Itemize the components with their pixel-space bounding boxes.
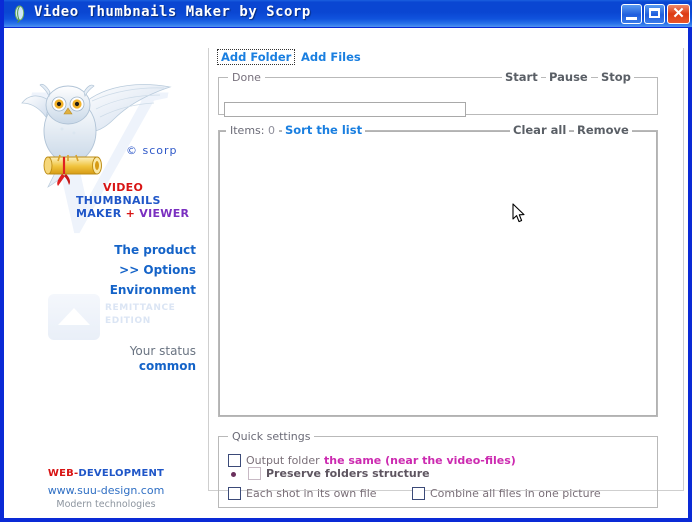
development-word: DEVELOPMENT (78, 468, 165, 479)
preserve-folders-checkbox[interactable] (248, 467, 261, 480)
tagline-text: Modern technologies (56, 499, 156, 510)
sort-the-list-button[interactable]: Sort the list (282, 123, 366, 137)
brand-video: VIDEO (103, 181, 144, 194)
status-label: Your status (129, 344, 196, 358)
preserve-folders-label: Preserve folders structure (266, 467, 430, 480)
add-files-button[interactable]: Add Files (298, 50, 364, 64)
brand-maker-word: MAKER (76, 207, 122, 220)
combine-files-checkbox[interactable] (412, 487, 425, 500)
items-count: 0 (267, 124, 275, 137)
owl-with-scroll-logo (21, 83, 172, 188)
brand-plus: + (125, 207, 136, 220)
stop-button[interactable]: Stop (598, 70, 634, 84)
done-legend: Done (228, 71, 265, 84)
web-development-label: WEB-DEVELOPMENT (8, 468, 204, 479)
preserve-bullet-icon (231, 472, 236, 477)
items-label-text: Items: (230, 124, 265, 137)
output-folder-label: Output folder (246, 454, 320, 467)
edition-line-2: EDITION (105, 316, 151, 326)
sidebar-item-options[interactable]: >> Options (119, 263, 196, 277)
brand-maker-viewer: MAKER + VIEWER (76, 207, 189, 220)
each-shot-checkbox[interactable] (228, 487, 241, 500)
remove-button[interactable]: Remove (574, 123, 632, 137)
web-word: WEB- (47, 468, 79, 479)
sidebar-item-environment[interactable]: Environment (110, 283, 196, 297)
file-list-box[interactable] (219, 131, 657, 416)
quick-settings-legend: Quick settings (228, 430, 315, 443)
brand-viewer-word: VIEWER (139, 207, 190, 220)
application-window: Video Thumbnails Maker by Scorp ✕ V (0, 0, 692, 522)
brand-thumbnails: THUMBNAILS (76, 194, 161, 207)
each-shot-label: Each shot in its own file (246, 487, 377, 500)
title-bar[interactable]: Video Thumbnails Maker by Scorp ✕ (4, 0, 692, 28)
branding-sidebar: V (8, 29, 204, 518)
edition-badge-icon (48, 294, 100, 340)
output-folder-value[interactable]: the same (near the video-files) (324, 454, 516, 467)
status-value: common (138, 359, 196, 373)
maximize-icon (649, 8, 660, 18)
progress-bar (224, 102, 466, 117)
start-button[interactable]: Start (502, 70, 541, 84)
feather-icon (14, 5, 25, 23)
minimize-icon (626, 17, 637, 20)
clear-all-button[interactable]: Clear all (510, 123, 570, 137)
edition-line-1: REMITTANCE (105, 303, 176, 313)
website-link[interactable]: www.suu-design.com (8, 484, 204, 497)
triangle-icon (58, 308, 90, 325)
window-title: Video Thumbnails Maker by Scorp (34, 4, 311, 20)
maximize-button[interactable] (644, 4, 665, 24)
close-button[interactable]: ✕ (667, 4, 690, 24)
pause-button[interactable]: Pause (546, 70, 591, 84)
items-legend: Items: 0 (226, 124, 279, 137)
close-icon: ✕ (672, 5, 685, 22)
output-folder-checkbox[interactable] (228, 454, 241, 467)
add-folder-button[interactable]: Add Folder (216, 49, 296, 65)
copyright-text: © scorp (126, 144, 178, 157)
edition-text: REMITTANCE EDITION (105, 302, 175, 328)
main-content-area: Add Folder Add Files Start Pause Stop Do… (204, 32, 688, 514)
combine-files-label: Combine all files in one picture (430, 487, 601, 500)
sidebar-item-the-product[interactable]: The product (114, 243, 196, 257)
minimize-button[interactable] (621, 4, 642, 24)
